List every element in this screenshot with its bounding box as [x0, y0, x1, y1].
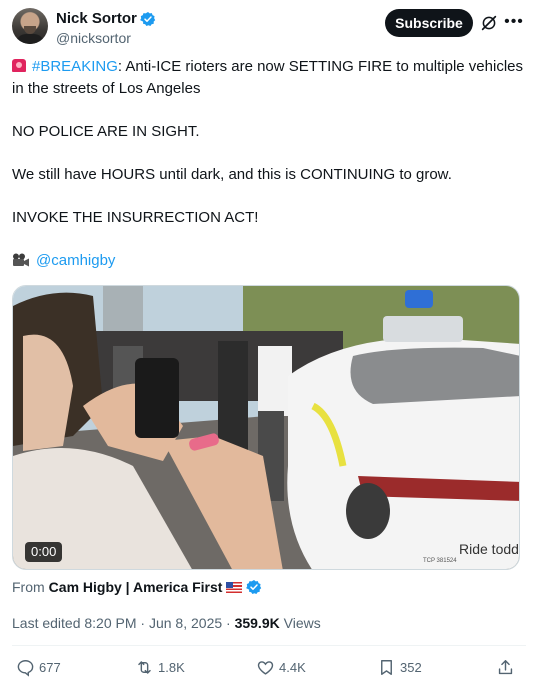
action-bar: 677 1.8K 4.4K 352 [12, 658, 518, 682]
edited-timestamp[interactable]: Last edited 8:20 PM · Jun 8, 2025 · [12, 615, 235, 631]
bookmark-button[interactable]: 352 [377, 658, 422, 677]
avatar-shirt [16, 34, 44, 44]
verified-badge-icon [139, 12, 156, 26]
tweet-line-5: @camhigby [12, 250, 526, 272]
tweet-header: Nick Sortor @nicksortor Subscribe ••• [12, 8, 526, 48]
us-flag-icon [226, 581, 243, 593]
video-frame: Ride todd TCP 381524 [13, 286, 519, 569]
like-button[interactable]: 4.4K [256, 658, 306, 677]
video-source: From Cam Higby | America First [12, 579, 262, 595]
grok-icon[interactable] [480, 14, 498, 32]
more-options-icon[interactable]: ••• [504, 12, 524, 32]
car-wheel [346, 483, 390, 539]
source-prefix: From [12, 579, 45, 595]
car-window [350, 347, 519, 404]
subscribe-button[interactable]: Subscribe [385, 9, 473, 37]
share-icon [498, 660, 513, 675]
avatar[interactable] [12, 8, 48, 44]
repost-button[interactable]: 1.8K [135, 658, 185, 677]
tweet-text: #BREAKING: Anti-ICE rioters are now SETT… [12, 56, 526, 272]
car-lidar [405, 290, 433, 308]
source-name[interactable]: Cam Higby | America First [49, 579, 223, 595]
source-verified-badge-icon [246, 580, 262, 594]
mention-link[interactable]: @camhigby [36, 252, 115, 269]
like-count: 4.4K [279, 660, 306, 675]
author-display-name[interactable]: Nick Sortor [56, 10, 137, 28]
repost-icon [138, 661, 151, 674]
reply-icon [17, 660, 34, 677]
author-block: Nick Sortor @nicksortor [56, 10, 156, 47]
bookmark-icon [381, 660, 392, 675]
views-label: Views [279, 615, 321, 631]
car-sensor-dome [383, 316, 463, 342]
movie-camera-emoji-icon [13, 253, 29, 267]
repost-count: 1.8K [158, 660, 185, 675]
foreground-phone [135, 358, 179, 438]
heart-icon [257, 661, 274, 675]
author-name-row[interactable]: Nick Sortor [56, 10, 156, 28]
reply-count: 677 [39, 660, 61, 675]
siren-emoji-icon [12, 59, 26, 72]
share-button[interactable] [496, 658, 515, 677]
tweet-line-3: We still have HOURS until dark, and this… [12, 166, 452, 183]
author-handle[interactable]: @nicksortor [56, 29, 156, 47]
bookmark-count: 352 [400, 660, 422, 675]
tweet-line-4: INVOKE THE INSURRECTION ACT! [12, 209, 259, 226]
divider [12, 645, 526, 646]
car-plate-text: TCP 381524 [423, 558, 457, 564]
tweet-line-1: #BREAKING: Anti-ICE rioters are now SETT… [12, 56, 526, 100]
reply-button[interactable]: 677 [16, 658, 61, 677]
tweet-meta: Last edited 8:20 PM · Jun 8, 2025 · 359.… [12, 615, 321, 631]
tweet-line-2: NO POLICE ARE IN SIGHT. [12, 123, 200, 140]
car-brand-text: Ride todd [459, 541, 519, 557]
video-duration: 0:00 [25, 542, 63, 562]
hashtag-link[interactable]: #BREAKING [32, 58, 118, 75]
views-count: 359.9K [234, 615, 280, 631]
avatar-beard [24, 26, 36, 34]
person-white-shirt [258, 346, 292, 416]
video-player[interactable]: Ride todd TCP 381524 0:00 [12, 285, 520, 570]
